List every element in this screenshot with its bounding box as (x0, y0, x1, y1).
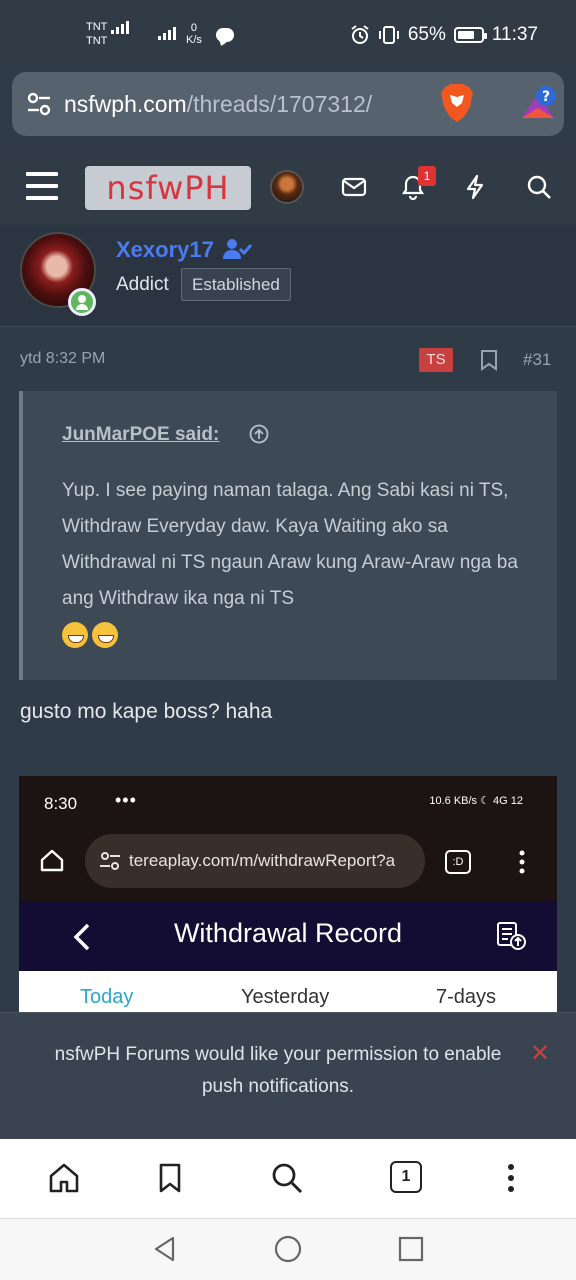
shot-title: Withdrawal Record (173, 918, 403, 948)
quote-text: Yup. I see paying naman talaga. Ang Sabi… (62, 473, 532, 653)
site-settings-icon[interactable] (26, 91, 52, 117)
net-speed-unit: K/s (186, 34, 202, 46)
grinning-face-emoji-icon (92, 621, 118, 648)
shot-tab-yesterday: Yesterday (241, 986, 330, 1008)
shot-url-text: tereaplay.com/m/withdrawReport?a (129, 851, 396, 870)
carrier-2: TNT (86, 35, 108, 47)
quote-text-content: Yup. I see paying naman talaga. Ang Sabi… (62, 480, 518, 609)
url-text[interactable]: nsfwph.com/threads/1707312/ (64, 91, 422, 118)
account-avatar[interactable] (270, 170, 304, 204)
attached-screenshot[interactable]: 8:30 ••• 10.6 KB/s ☾ 4G 12 tereaplay.com… (19, 776, 557, 1012)
shot-site-settings-icon (100, 852, 120, 870)
bookmarks-icon[interactable] (153, 1161, 187, 1195)
bookmark-icon[interactable] (480, 349, 498, 371)
user-banner: Established (181, 268, 291, 301)
shot-more-icon (519, 850, 525, 874)
url-host: nsfwph.com (64, 90, 187, 117)
rewards-icon[interactable]: ? (518, 84, 558, 124)
nav-back-icon[interactable] (151, 1235, 179, 1263)
status-right: 65% 11:37 (350, 24, 538, 46)
mail-icon[interactable] (341, 174, 367, 200)
post-timestamp[interactable]: ytd 8:32 PM (20, 350, 105, 368)
shot-url-bar: tereaplay.com/m/withdrawReport?a (85, 834, 425, 888)
menu-icon[interactable] (26, 172, 58, 200)
quote-author[interactable]: JunMarPOE said: (62, 424, 219, 446)
signal-icon-2 (158, 27, 176, 40)
system-navigation-bar (0, 1219, 576, 1280)
user-title: Addict (116, 274, 169, 295)
search-icon-bottom[interactable] (270, 1161, 304, 1195)
battery-percent: 65% (407, 24, 446, 45)
hugging-face-emoji-icon (62, 621, 88, 648)
permission-text[interactable]: nsfwPH Forums would like your permission… (40, 1039, 516, 1103)
network-speed: 0 K/s (186, 22, 202, 46)
shot-title-bar: Withdrawal Record (19, 901, 557, 971)
jump-to-quote-icon[interactable] (249, 424, 269, 444)
notification-badge: 1 (418, 166, 436, 186)
site-logo[interactable]: nsfwPH (85, 166, 251, 210)
shot-tab-switcher: :D (445, 850, 471, 874)
shot-time: 8:30 (44, 794, 78, 813)
status-bar: TNT TNT 0 K/s 65% 11:37 (0, 0, 576, 70)
nav-home-icon[interactable] (274, 1235, 302, 1263)
username[interactable]: Xexory17 (116, 237, 214, 263)
shot-tab-7days: 7-days (436, 986, 497, 1008)
address-bar[interactable]: nsfwph.com/threads/1707312/ ? (12, 72, 564, 136)
nav-recents-icon[interactable] (397, 1235, 425, 1263)
brave-shield-icon[interactable] (440, 83, 474, 123)
message-icon (216, 28, 234, 42)
search-icon[interactable] (526, 174, 552, 200)
shot-tabs-row: Today Yesterday 7-days (19, 971, 557, 1012)
close-icon[interactable]: ✕ (530, 1039, 550, 1068)
shot-record-icon (497, 922, 526, 950)
quote-block: JunMarPOE said: Yup. I see paying naman … (19, 391, 557, 680)
browser-toolbar: 1 (0, 1139, 576, 1219)
post-user-bar: Xexory17 Addict Established (0, 227, 576, 327)
shot-tab-today: Today (80, 986, 134, 1008)
url-path: /threads/1707312/ (186, 90, 373, 117)
net-speed-value: 0 (190, 22, 198, 34)
vibrate-icon (378, 26, 399, 44)
home-icon[interactable] (47, 1161, 81, 1195)
shot-home-icon (40, 849, 64, 872)
verified-user-icon (223, 239, 252, 259)
post-body-text: gusto mo kape boss? haha (20, 700, 273, 723)
whats-new-icon[interactable] (462, 174, 488, 200)
clock: 11:37 (491, 24, 538, 45)
signal-icon (111, 20, 130, 34)
more-options-icon[interactable] (494, 1161, 528, 1195)
shot-dots: ••• (115, 790, 137, 810)
forum-header: nsfwPH (0, 146, 576, 226)
battery-icon (453, 27, 487, 43)
online-status-icon (68, 288, 96, 316)
shot-status: 10.6 KB/s ☾ 4G 12 (429, 795, 523, 807)
push-permission-banner: nsfwPH Forums would like your permission… (0, 1012, 576, 1139)
carrier-info: TNT TNT (86, 20, 130, 48)
post-number[interactable]: #31 (523, 350, 551, 370)
tab-switcher-button[interactable]: 1 (390, 1161, 422, 1193)
svg-text:?: ? (542, 89, 550, 105)
carrier-1: TNT (86, 21, 108, 33)
alarm-icon (351, 25, 369, 44)
thread-starter-badge: TS (419, 348, 453, 372)
